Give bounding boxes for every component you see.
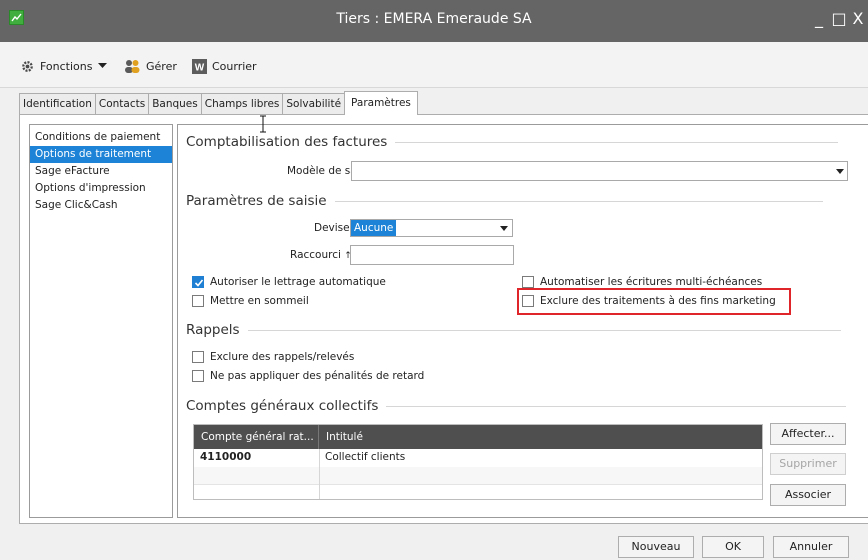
account-cell: 4110000 (200, 451, 252, 463)
ok-button[interactable]: OK (702, 536, 764, 558)
users-icon (125, 60, 140, 73)
toolbar: Fonctions Gérer W Courrier (0, 42, 868, 88)
divider (247, 329, 841, 331)
tab-free-fields[interactable]: Champs libres (200, 93, 284, 115)
invoicing-section-heading: Comptabilisation des factures (186, 134, 839, 150)
associate-button[interactable]: Associer (770, 484, 846, 506)
no-penalty-checkbox[interactable]: Ne pas appliquer des pénalités de retard (192, 369, 424, 383)
auto-lettering-label: Autoriser le lettrage automatique (210, 276, 386, 288)
chevron-down-icon (836, 169, 844, 174)
accounts-table: Compte général rat... Intitulé 4110000 C… (193, 424, 763, 500)
mail-button[interactable]: W Courrier (192, 56, 257, 76)
tab-contacts[interactable]: Contacts (94, 93, 150, 115)
gear-icon (22, 60, 33, 72)
shortcut-input[interactable] (350, 245, 514, 265)
window: Tiers : EMERA Emeraude SA _ □ X Fonction… (0, 0, 868, 560)
shortcut-label-text: Raccourci (290, 249, 341, 261)
sidebar-item-sage-clic-cash[interactable]: Sage Clic&Cash (30, 197, 172, 214)
tab-banks[interactable]: Banques (148, 93, 202, 115)
new-button[interactable]: Nouveau (618, 536, 694, 558)
no-penalty-label: Ne pas appliquer des pénalités de retard (210, 370, 425, 382)
sleep-checkbox[interactable]: Mettre en sommeil (192, 294, 309, 308)
functions-menu[interactable]: Fonctions (20, 56, 107, 76)
assign-button[interactable]: Affecter... (770, 423, 846, 445)
checkbox[interactable] (192, 351, 204, 363)
checkbox[interactable] (192, 295, 204, 307)
manage-label: Gérer (146, 59, 177, 73)
sidebar-item-processing-options[interactable]: Options de traitement (30, 146, 172, 163)
exclude-reminders-label: Exclure des rappels/relevés (210, 351, 355, 363)
sidebar-item-payment-terms[interactable]: Conditions de paiement (30, 129, 172, 146)
window-title: Tiers : EMERA Emeraude SA (336, 11, 532, 27)
multi-due-checkbox[interactable]: Automatiser les écritures multi-échéance… (522, 275, 762, 289)
exclude-reminders-checkbox[interactable]: Exclure des rappels/relevés (192, 350, 354, 364)
sidebar-item-sage-efacture[interactable]: Sage eFacture (30, 163, 172, 180)
title-bar: Tiers : EMERA Emeraude SA _ □ X (0, 0, 868, 42)
tab-settings[interactable]: Paramètres (344, 91, 418, 115)
delete-button[interactable]: Supprimer (770, 453, 846, 475)
cancel-button[interactable]: Annuler (773, 536, 849, 558)
table-row-empty (194, 467, 762, 484)
column-header-account[interactable]: Compte général rat... (194, 425, 319, 449)
close-button[interactable]: X (845, 6, 868, 32)
highlight-box (517, 288, 791, 315)
options-list: Conditions de paiement Options de traite… (29, 124, 173, 518)
tab-identification[interactable]: Identification (19, 93, 96, 115)
word-document-icon: W (192, 58, 207, 74)
divider (334, 200, 823, 202)
accounts-section-heading: Comptes généraux collectifs (186, 398, 847, 414)
table-row[interactable]: 4110000 Collectif clients (194, 449, 762, 466)
checkbox[interactable] (522, 276, 534, 288)
svg-text:W: W (195, 62, 205, 73)
invoicing-heading: Comptabilisation des factures (186, 134, 388, 150)
divider (395, 141, 839, 143)
tab-bar: Identification Contacts Banques Champs l… (19, 91, 418, 115)
functions-label: Fonctions (40, 59, 93, 73)
entry-section-heading: Paramètres de saisie (186, 193, 823, 209)
row-divider (194, 484, 762, 485)
sidebar-item-print-options[interactable]: Options d'impression (30, 180, 172, 197)
reminders-heading: Rappels (186, 322, 240, 338)
chevron-down-icon (97, 63, 107, 68)
column-separator (319, 449, 320, 499)
checkbox-checked[interactable] (192, 276, 204, 288)
currency-value: Aucune (351, 220, 397, 236)
sleep-label: Mettre en sommeil (210, 295, 309, 307)
label-cell: Collectif clients (325, 451, 406, 463)
mail-label: Courrier (212, 59, 257, 73)
column-header-label[interactable]: Intitulé (319, 425, 762, 449)
chevron-down-icon (500, 226, 508, 231)
accounts-heading: Comptes généraux collectifs (186, 398, 379, 414)
shortcut-label: Raccourci ↑ (290, 249, 352, 261)
reminders-section-heading: Rappels (186, 322, 841, 338)
currency-select[interactable]: Aucune (350, 219, 513, 237)
checkbox[interactable] (192, 370, 204, 382)
divider (386, 405, 847, 407)
text-cursor-icon (260, 115, 266, 133)
auto-lettering-checkbox[interactable]: Autoriser le lettrage automatique (192, 275, 386, 289)
model-select[interactable] (351, 161, 848, 181)
multi-due-label: Automatiser les écritures multi-échéance… (540, 276, 763, 288)
table-header: Compte général rat... Intitulé (194, 425, 762, 449)
currency-label: Devise (314, 222, 350, 234)
entry-heading: Paramètres de saisie (186, 193, 327, 209)
tab-solvency[interactable]: Solvabilité (282, 93, 346, 115)
manage-button[interactable]: Gérer (124, 56, 177, 76)
